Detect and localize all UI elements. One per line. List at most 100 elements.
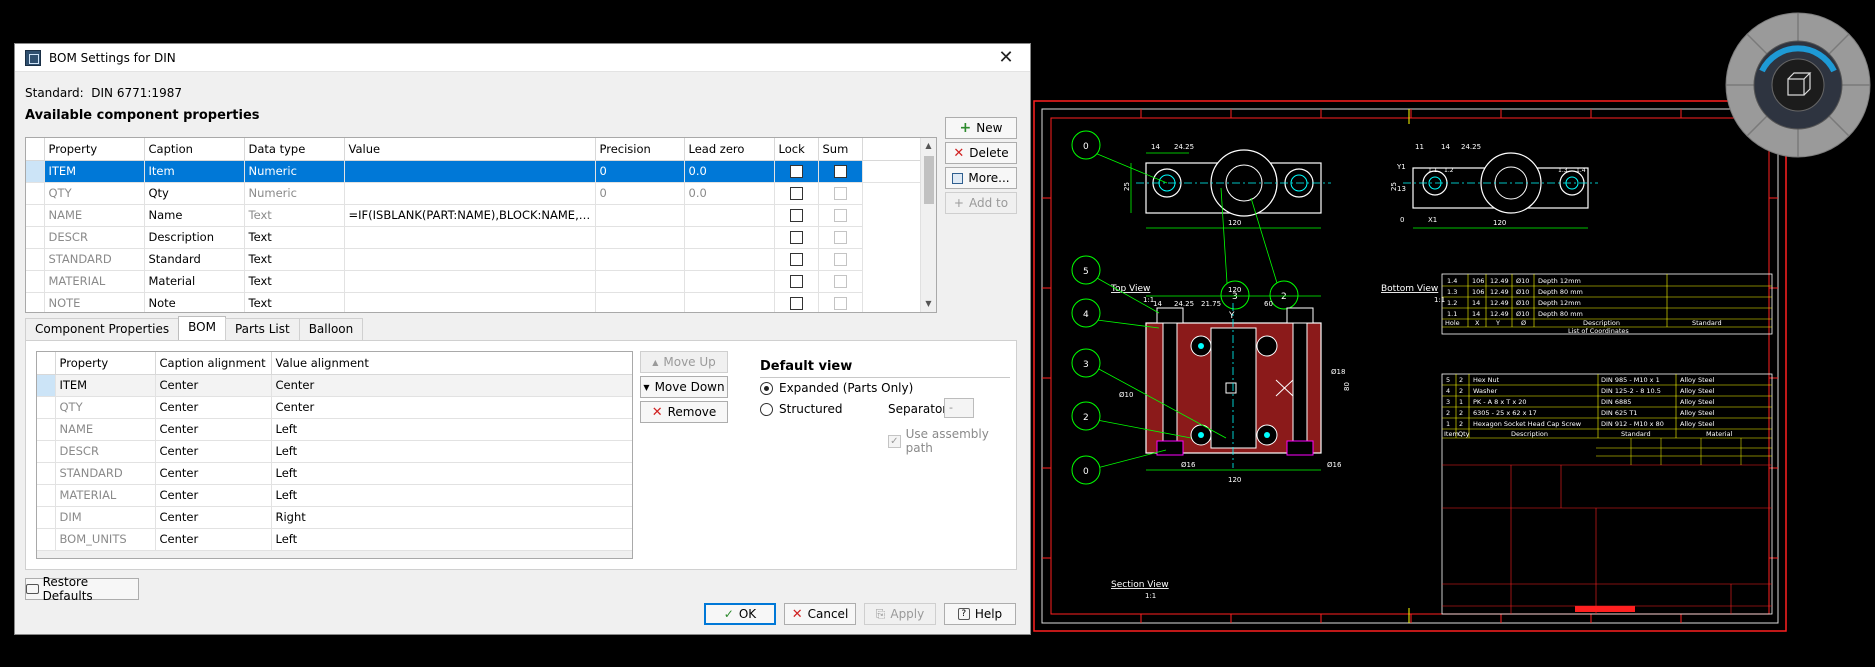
cell-leadzero[interactable] — [684, 204, 775, 227]
table-row[interactable]: DESCR Center Left — [37, 440, 632, 463]
cell-datatype[interactable]: Text — [244, 204, 345, 227]
cell-value[interactable] — [344, 248, 596, 271]
cell-value-alignment[interactable]: Center — [271, 374, 632, 397]
cell-leadzero[interactable] — [684, 248, 775, 271]
table-row[interactable]: MATERIAL Center Left — [37, 484, 632, 507]
cell-property[interactable]: NAME — [55, 418, 156, 441]
cell-property[interactable]: NOTE — [44, 292, 145, 312]
cell-sum[interactable] — [818, 160, 863, 183]
cell-value[interactable] — [344, 160, 596, 183]
row-header[interactable] — [37, 528, 56, 551]
table-row[interactable]: ITEM Item Numeric 0 0.0 — [26, 160, 922, 183]
expanded-option[interactable]: Expanded (Parts Only) — [760, 381, 913, 395]
cell-property[interactable]: QTY — [44, 182, 145, 205]
row-header[interactable] — [26, 270, 45, 293]
close-icon[interactable]: ✕ — [992, 46, 1020, 70]
cell-lock[interactable] — [774, 248, 819, 271]
col-caption-alignment[interactable]: Caption alignment — [155, 352, 272, 375]
cell-caption[interactable]: Item — [144, 160, 245, 183]
restore-defaults-button[interactable]: Restore Defaults — [25, 575, 139, 603]
lock-checkbox[interactable] — [789, 165, 803, 178]
row-header[interactable] — [26, 248, 45, 271]
cell-property[interactable]: DIM — [55, 506, 156, 529]
col-datatype[interactable]: Data type — [244, 138, 345, 161]
col-value-alignment[interactable]: Value alignment — [271, 352, 632, 375]
table-row[interactable]: STANDARD Center Left — [37, 462, 632, 485]
cell-caption[interactable]: Qty — [144, 182, 245, 205]
col-sum[interactable]: Sum — [818, 138, 863, 161]
help-button[interactable]: ? Help — [944, 603, 1016, 625]
ok-button[interactable]: ✓ OK — [704, 603, 776, 625]
cell-value-alignment[interactable]: Left — [271, 418, 632, 441]
cell-leadzero[interactable] — [684, 226, 775, 249]
cell-caption[interactable]: Description — [144, 226, 245, 249]
move-down-button[interactable]: ▼ Move Down — [640, 376, 728, 398]
bom-title-block[interactable]: 5 2 Hex Nut DIN 985 - M10 x 1 Alloy Stee… — [1441, 373, 1773, 615]
cell-precision[interactable] — [595, 292, 685, 312]
cell-value[interactable] — [344, 292, 596, 312]
lock-checkbox[interactable] — [789, 209, 803, 222]
cell-datatype[interactable]: Text — [244, 226, 345, 249]
table-row[interactable]: QTY Qty Numeric 0 0.0 — [26, 182, 922, 205]
table-row[interactable]: DIM Center Right — [37, 506, 632, 529]
structured-option[interactable]: Structured — [760, 402, 842, 416]
cell-value[interactable] — [344, 226, 596, 249]
cell-value[interactable] — [344, 182, 596, 205]
structured-radio[interactable] — [760, 402, 773, 416]
use-assembly-path-checkbox[interactable]: ✓ — [888, 434, 901, 448]
apply-button[interactable]: ⎘ Apply — [864, 603, 936, 625]
cell-caption[interactable]: Material — [144, 270, 245, 293]
cell-precision[interactable] — [595, 248, 685, 271]
new-button[interactable]: + New — [945, 117, 1017, 139]
cell-sum[interactable] — [818, 226, 863, 249]
cell-property[interactable]: STANDARD — [44, 248, 145, 271]
bom-horizontal-scrollbar[interactable] — [37, 550, 632, 558]
coordinates-table[interactable]: 1.4 106 12.49 Ø10 Depth 12mm 1.3 106 12.… — [1441, 273, 1773, 335]
add-to-button[interactable]: + Add to — [945, 192, 1017, 214]
cell-sum[interactable] — [818, 270, 863, 293]
tab-parts-list[interactable]: Parts List — [224, 318, 300, 340]
sum-checkbox[interactable] — [833, 165, 847, 178]
cell-precision[interactable] — [595, 226, 685, 249]
col-property[interactable]: Property — [55, 352, 156, 375]
table-row[interactable]: NAME Center Left — [37, 418, 632, 441]
cell-sum[interactable] — [818, 204, 863, 227]
cell-lock[interactable] — [774, 292, 819, 312]
cell-value-alignment[interactable]: Left — [271, 440, 632, 463]
cell-property[interactable]: MATERIAL — [55, 484, 156, 507]
wheel-center[interactable] — [1771, 58, 1825, 112]
cell-caption-alignment[interactable]: Center — [155, 396, 272, 419]
row-header[interactable] — [37, 484, 56, 507]
cell-value-alignment[interactable]: Left — [271, 528, 632, 551]
cell-property[interactable]: MATERIAL — [44, 270, 145, 293]
top-view[interactable]: 14 24.25 120 25 Top View 1:1 0 3 2 — [1071, 130, 1331, 310]
cad-drawing-canvas[interactable]: 14 24.25 120 25 Top View 1:1 0 3 2 Y1 1.… — [1031, 98, 1789, 635]
col-value[interactable]: Value — [344, 138, 596, 161]
table-row[interactable]: NAME Name Text =IF(ISBLANK(PART:NAME),BL… — [26, 204, 922, 227]
remove-button[interactable]: ✕ Remove — [640, 401, 728, 423]
row-header[interactable] — [37, 374, 56, 397]
cell-datatype[interactable]: Numeric — [244, 182, 345, 205]
expanded-radio[interactable] — [760, 381, 773, 395]
col-lock[interactable]: Lock — [774, 138, 819, 161]
cell-value-alignment[interactable]: Left — [271, 484, 632, 507]
col-property[interactable]: Property — [44, 138, 145, 161]
cell-property[interactable]: QTY — [55, 396, 156, 419]
row-header[interactable] — [26, 204, 45, 227]
separator-input[interactable]: - — [944, 398, 974, 418]
cell-property[interactable]: NAME — [44, 204, 145, 227]
row-header[interactable] — [26, 226, 45, 249]
cell-precision[interactable] — [595, 204, 685, 227]
col-leadzero[interactable]: Lead zero — [684, 138, 775, 161]
table-row[interactable]: QTY Center Center — [37, 396, 632, 419]
cell-caption[interactable]: Standard — [144, 248, 245, 271]
use-assembly-path-option[interactable]: ✓ Use assembly path — [888, 427, 1016, 455]
delete-button[interactable]: ✕ Delete — [945, 142, 1017, 164]
cell-caption-alignment[interactable]: Center — [155, 528, 272, 551]
cell-datatype[interactable]: Numeric — [244, 160, 345, 183]
cell-property[interactable]: STANDARD — [55, 462, 156, 485]
tab-component-properties[interactable]: Component Properties — [25, 318, 180, 340]
cell-leadzero[interactable]: 0.0 — [684, 160, 775, 183]
cell-property[interactable]: DESCR — [55, 440, 156, 463]
row-header[interactable] — [26, 160, 45, 183]
